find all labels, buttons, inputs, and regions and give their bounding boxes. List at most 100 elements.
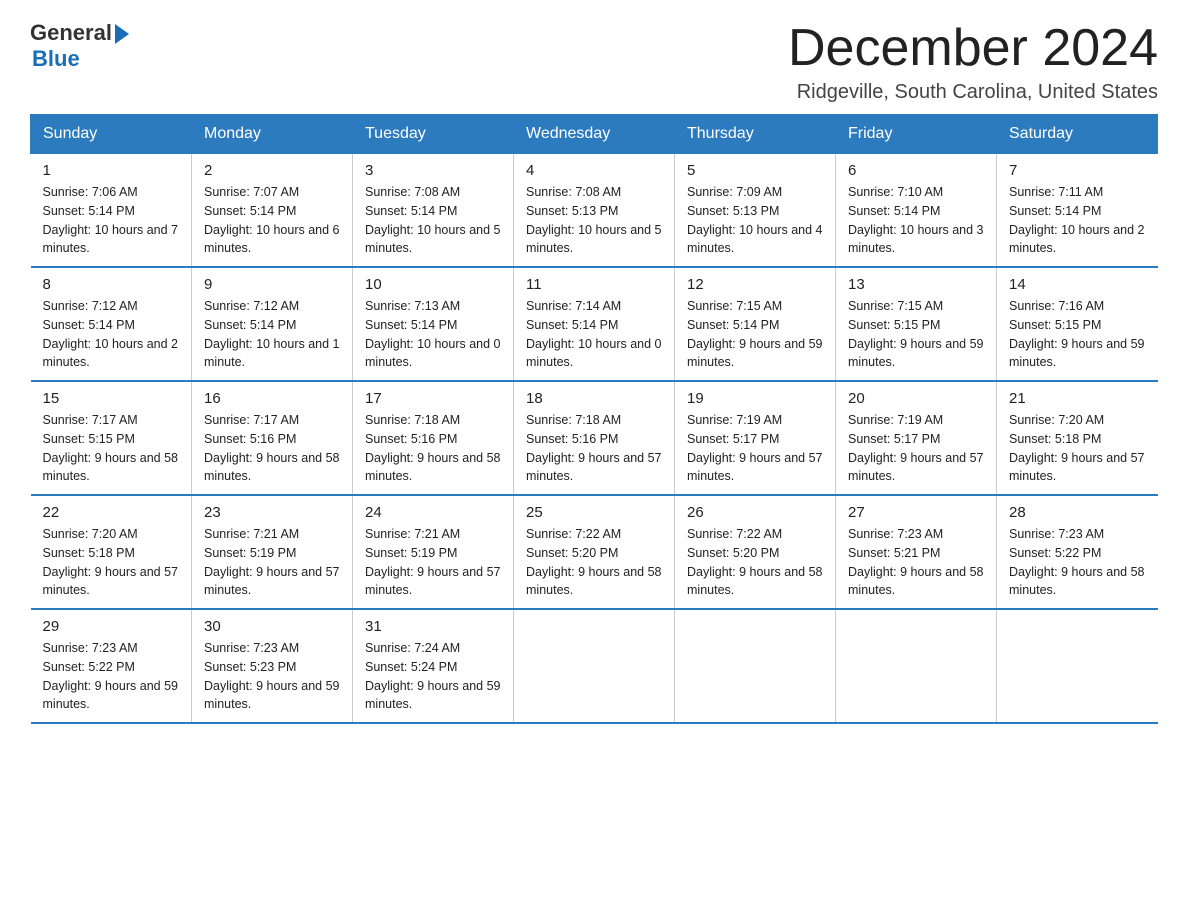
calendar-cell xyxy=(997,609,1158,723)
column-header-wednesday: Wednesday xyxy=(514,115,675,154)
day-number: 30 xyxy=(204,618,340,635)
calendar-cell: 23 Sunrise: 7:21 AMSunset: 5:19 PMDayligh… xyxy=(192,495,353,609)
logo-blue-text: Blue xyxy=(32,46,80,72)
day-info: Sunrise: 7:24 AMSunset: 5:24 PMDaylight:… xyxy=(365,639,501,714)
calendar-table: SundayMondayTuesdayWednesdayThursdayFrid… xyxy=(30,114,1158,724)
logo-arrow-icon xyxy=(115,24,129,44)
day-number: 19 xyxy=(687,390,823,407)
day-number: 17 xyxy=(365,390,501,407)
logo: General Blue xyxy=(30,20,129,72)
day-number: 4 xyxy=(526,162,662,179)
calendar-cell: 28 Sunrise: 7:23 AMSunset: 5:22 PMDayligh… xyxy=(997,495,1158,609)
calendar-cell: 9Sunrise: 7:12 AMSunset: 5:14 PMDaylight… xyxy=(192,267,353,381)
day-info: Sunrise: 7:15 AMSunset: 5:15 PMDaylight:… xyxy=(848,297,984,372)
calendar-cell: 16 Sunrise: 7:17 AMSunset: 5:16 PMDayligh… xyxy=(192,381,353,495)
column-header-saturday: Saturday xyxy=(997,115,1158,154)
day-info: Sunrise: 7:13 AMSunset: 5:14 PMDaylight:… xyxy=(365,297,501,372)
day-number: 21 xyxy=(1009,390,1146,407)
day-info: Sunrise: 7:19 AMSunset: 5:17 PMDaylight:… xyxy=(687,411,823,486)
day-info: Sunrise: 7:08 AMSunset: 5:14 PMDaylight:… xyxy=(365,183,501,258)
calendar-cell: 11Sunrise: 7:14 AMSunset: 5:14 PMDayligh… xyxy=(514,267,675,381)
day-info: Sunrise: 7:08 AMSunset: 5:13 PMDaylight:… xyxy=(526,183,662,258)
day-number: 18 xyxy=(526,390,662,407)
calendar-cell: 7Sunrise: 7:11 AMSunset: 5:14 PMDaylight… xyxy=(997,154,1158,268)
calendar-week-row: 15 Sunrise: 7:17 AMSunset: 5:15 PMDayligh… xyxy=(31,381,1158,495)
column-header-thursday: Thursday xyxy=(675,115,836,154)
calendar-week-row: 8 Sunrise: 7:12 AMSunset: 5:14 PMDaylight… xyxy=(31,267,1158,381)
day-info: Sunrise: 7:17 AMSunset: 5:16 PMDaylight:… xyxy=(204,411,340,486)
calendar-week-row: 1 Sunrise: 7:06 AMSunset: 5:14 PMDaylight… xyxy=(31,154,1158,268)
calendar-week-row: 29 Sunrise: 7:23 AMSunset: 5:22 PMDayligh… xyxy=(31,609,1158,723)
location-text: Ridgeville, South Carolina, United State… xyxy=(788,81,1158,104)
calendar-cell: 21 Sunrise: 7:20 AMSunset: 5:18 PMDayligh… xyxy=(997,381,1158,495)
day-number: 8 xyxy=(43,276,180,293)
calendar-cell xyxy=(836,609,997,723)
day-info: Sunrise: 7:23 AMSunset: 5:23 PMDaylight:… xyxy=(204,639,340,714)
calendar-cell: 5 Sunrise: 7:09 AMSunset: 5:13 PMDaylight… xyxy=(675,154,836,268)
title-section: December 2024 Ridgeville, South Carolina… xyxy=(788,20,1158,104)
day-number: 3 xyxy=(365,162,501,179)
calendar-cell: 10 Sunrise: 7:13 AMSunset: 5:14 PMDayligh… xyxy=(353,267,514,381)
day-info: Sunrise: 7:11 AMSunset: 5:14 PMDaylight:… xyxy=(1009,183,1146,258)
day-info: Sunrise: 7:17 AMSunset: 5:15 PMDaylight:… xyxy=(43,411,180,486)
day-info: Sunrise: 7:23 AMSunset: 5:22 PMDaylight:… xyxy=(1009,525,1146,600)
day-number: 22 xyxy=(43,504,180,521)
calendar-cell: 31 Sunrise: 7:24 AMSunset: 5:24 PMDayligh… xyxy=(353,609,514,723)
day-number: 25 xyxy=(526,504,662,521)
day-info: Sunrise: 7:23 AMSunset: 5:22 PMDaylight:… xyxy=(43,639,180,714)
day-number: 10 xyxy=(365,276,501,293)
calendar-cell xyxy=(675,609,836,723)
calendar-cell: 24 Sunrise: 7:21 AMSunset: 5:19 PMDayligh… xyxy=(353,495,514,609)
day-info: Sunrise: 7:22 AMSunset: 5:20 PMDaylight:… xyxy=(687,525,823,600)
day-info: Sunrise: 7:20 AMSunset: 5:18 PMDaylight:… xyxy=(1009,411,1146,486)
column-header-friday: Friday xyxy=(836,115,997,154)
day-number: 23 xyxy=(204,504,340,521)
column-header-sunday: Sunday xyxy=(31,115,192,154)
day-info: Sunrise: 7:10 AMSunset: 5:14 PMDaylight:… xyxy=(848,183,984,258)
calendar-cell: 29 Sunrise: 7:23 AMSunset: 5:22 PMDayligh… xyxy=(31,609,192,723)
calendar-cell: 30 Sunrise: 7:23 AMSunset: 5:23 PMDayligh… xyxy=(192,609,353,723)
month-title: December 2024 xyxy=(788,20,1158,77)
calendar-cell: 1 Sunrise: 7:06 AMSunset: 5:14 PMDaylight… xyxy=(31,154,192,268)
day-number: 5 xyxy=(687,162,823,179)
day-info: Sunrise: 7:21 AMSunset: 5:19 PMDaylight:… xyxy=(365,525,501,600)
day-number: 28 xyxy=(1009,504,1146,521)
calendar-cell: 4 Sunrise: 7:08 AMSunset: 5:13 PMDaylight… xyxy=(514,154,675,268)
calendar-cell: 12 Sunrise: 7:15 AMSunset: 5:14 PMDayligh… xyxy=(675,267,836,381)
calendar-cell: 19 Sunrise: 7:19 AMSunset: 5:17 PMDayligh… xyxy=(675,381,836,495)
day-number: 16 xyxy=(204,390,340,407)
calendar-cell: 20Sunrise: 7:19 AMSunset: 5:17 PMDayligh… xyxy=(836,381,997,495)
calendar-cell: 8 Sunrise: 7:12 AMSunset: 5:14 PMDaylight… xyxy=(31,267,192,381)
page-header: General Blue December 2024 Ridgeville, S… xyxy=(30,20,1158,104)
calendar-week-row: 22Sunrise: 7:20 AMSunset: 5:18 PMDayligh… xyxy=(31,495,1158,609)
day-number: 15 xyxy=(43,390,180,407)
day-number: 14 xyxy=(1009,276,1146,293)
day-info: Sunrise: 7:15 AMSunset: 5:14 PMDaylight:… xyxy=(687,297,823,372)
calendar-cell: 26Sunrise: 7:22 AMSunset: 5:20 PMDayligh… xyxy=(675,495,836,609)
day-number: 31 xyxy=(365,618,501,635)
day-number: 20 xyxy=(848,390,984,407)
day-number: 24 xyxy=(365,504,501,521)
calendar-cell: 17Sunrise: 7:18 AMSunset: 5:16 PMDayligh… xyxy=(353,381,514,495)
day-info: Sunrise: 7:23 AMSunset: 5:21 PMDaylight:… xyxy=(848,525,984,600)
calendar-cell: 27Sunrise: 7:23 AMSunset: 5:21 PMDayligh… xyxy=(836,495,997,609)
calendar-cell: 22Sunrise: 7:20 AMSunset: 5:18 PMDayligh… xyxy=(31,495,192,609)
day-number: 2 xyxy=(204,162,340,179)
calendar-cell: 6 Sunrise: 7:10 AMSunset: 5:14 PMDaylight… xyxy=(836,154,997,268)
column-header-monday: Monday xyxy=(192,115,353,154)
calendar-cell: 25Sunrise: 7:22 AMSunset: 5:20 PMDayligh… xyxy=(514,495,675,609)
day-number: 29 xyxy=(43,618,180,635)
day-info: Sunrise: 7:18 AMSunset: 5:16 PMDaylight:… xyxy=(526,411,662,486)
calendar-header-row: SundayMondayTuesdayWednesdayThursdayFrid… xyxy=(31,115,1158,154)
day-number: 6 xyxy=(848,162,984,179)
day-number: 12 xyxy=(687,276,823,293)
day-number: 9 xyxy=(204,276,340,293)
day-number: 1 xyxy=(43,162,180,179)
day-info: Sunrise: 7:07 AMSunset: 5:14 PMDaylight:… xyxy=(204,183,340,258)
day-info: Sunrise: 7:21 AMSunset: 5:19 PMDaylight:… xyxy=(204,525,340,600)
day-info: Sunrise: 7:09 AMSunset: 5:13 PMDaylight:… xyxy=(687,183,823,258)
calendar-cell: 2 Sunrise: 7:07 AMSunset: 5:14 PMDaylight… xyxy=(192,154,353,268)
day-info: Sunrise: 7:06 AMSunset: 5:14 PMDaylight:… xyxy=(43,183,180,258)
day-info: Sunrise: 7:12 AMSunset: 5:14 PMDaylight:… xyxy=(43,297,180,372)
calendar-cell: 18 Sunrise: 7:18 AMSunset: 5:16 PMDayligh… xyxy=(514,381,675,495)
